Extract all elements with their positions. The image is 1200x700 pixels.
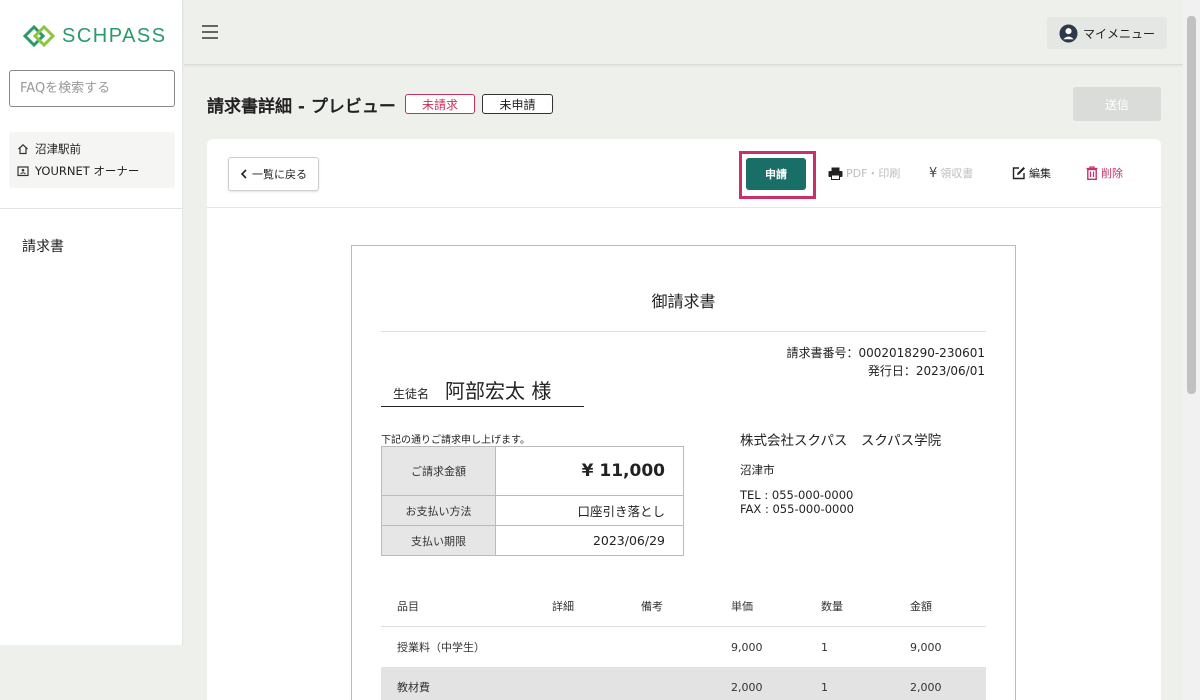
schpass-logo-icon (22, 24, 56, 48)
trash-icon (1086, 166, 1098, 180)
edit-label: 編集 (1029, 167, 1051, 180)
invoice-meta: 請求書番号：0002018290-230601 発行日：2023/06/01 (787, 344, 986, 380)
column-header: 品目 (397, 600, 419, 613)
due-date-value: 2023/06/29 (495, 525, 684, 556)
app-logo[interactable]: SCHPASS (22, 24, 167, 48)
printer-icon (828, 167, 843, 180)
item-name: 授業料（中学生） (397, 641, 485, 654)
issuer-city: 沼津市 (740, 463, 775, 477)
home-icon (18, 143, 28, 155)
chevron-left-icon (240, 169, 247, 179)
invoice-title: 御請求書 (651, 292, 716, 311)
table-row: お支払い方法 口座引き落とし (381, 495, 684, 526)
invoice-title-divider (381, 331, 986, 332)
table-row: 教材費 2,000 1 2,000 (381, 667, 986, 700)
scrollbar-thumb[interactable] (1187, 16, 1196, 394)
column-header: 金額 (910, 600, 932, 613)
item-amount: 2,000 (910, 680, 942, 694)
billing-summary-table: ご請求金額 ¥ 11,000 お支払い方法 口座引き落とし 支払い期限 2023… (381, 446, 684, 556)
issuer-contact: TEL : 055-000-0000 FAX : 055-000-0000 (740, 488, 854, 516)
payment-method-value: 口座引き落とし (495, 495, 684, 526)
my-menu-button[interactable]: マイメニュー (1047, 17, 1167, 49)
page-title: 請求書詳細 - プレビュー (207, 97, 396, 117)
account-name: YOURNET オーナー (35, 164, 140, 178)
back-label: 一覧に戻る (252, 168, 307, 181)
items-table-header: 品目 詳細 備考 単価 数量 金額 (381, 586, 986, 627)
back-to-list-button[interactable]: 一覧に戻る (228, 157, 319, 191)
student-label: 生徒名 (393, 387, 430, 401)
table-row: 支払い期限 2023/06/29 (381, 525, 684, 556)
amount-label: ご請求金額 (381, 446, 496, 496)
receipt-label: 領収書 (940, 167, 974, 180)
account-row: YOURNET オーナー (17, 160, 167, 182)
edit-button[interactable]: 編集 (1012, 165, 1051, 181)
table-row: 授業料（中学生） 9,000 1 9,000 (381, 627, 986, 667)
item-amount: 9,000 (910, 640, 942, 654)
school-row: 沼津駅前 (17, 138, 167, 160)
apply-button[interactable]: 申請 (746, 158, 806, 190)
column-header: 詳細 (552, 600, 574, 613)
toolbar-divider (207, 207, 1161, 208)
table-row: ご請求金額 ¥ 11,000 (381, 446, 684, 496)
sidebar-divider (0, 208, 183, 209)
column-header: 備考 (641, 600, 663, 613)
id-card-icon (17, 166, 29, 177)
status-badge-unapplied: 未申請 (482, 94, 553, 114)
issuer-company: 株式会社スクパス スクパス学院 (740, 433, 942, 449)
send-button[interactable]: 送信 (1073, 87, 1161, 121)
amount-value: ¥ 11,000 (495, 446, 684, 496)
app-name: SCHPASS (62, 24, 167, 47)
item-unit-price: 2,000 (731, 680, 763, 694)
sidebar-item-invoices[interactable]: 請求書 (22, 236, 64, 256)
delete-button[interactable]: 削除 (1086, 165, 1123, 181)
item-unit-price: 9,000 (731, 640, 763, 654)
delete-label: 削除 (1101, 167, 1123, 180)
invoice-preview: 御請求書 請求書番号：0002018290-230601 発行日：2023/06… (351, 245, 1016, 700)
hamburger-menu-icon[interactable] (202, 25, 218, 39)
student-name: 阿部宏太 様 (445, 379, 552, 403)
receipt-button[interactable]: ¥ 領収書 (929, 165, 973, 181)
faq-search-input[interactable] (9, 70, 175, 107)
item-qty: 1 (821, 640, 828, 654)
status-badge-unbilled: 未請求 (405, 94, 475, 114)
page-scrollbar[interactable] (1183, 0, 1200, 700)
invoice-intro: 下記の通りご請求申し上げます。 (381, 435, 530, 446)
edit-icon (1012, 167, 1025, 180)
sidebar: SCHPASS 沼津駅前 YOURNET オーナー 請求書 (0, 0, 183, 645)
issue-date: 発行日：2023/06/01 (867, 364, 985, 378)
my-menu-label: マイメニュー (1082, 26, 1155, 41)
column-header: 単価 (731, 600, 753, 613)
issuer-tel: TEL : 055-000-0000 (740, 488, 854, 502)
user-circle-icon (1059, 23, 1078, 43)
school-name: 沼津駅前 (35, 142, 81, 156)
invoice-card: 一覧に戻る 申請 PDF・印刷 ¥ 領収書 編集 削除 御請求書 請求書番号：0… (207, 139, 1161, 700)
column-header: 数量 (821, 600, 843, 613)
payment-method-label: お支払い方法 (381, 495, 496, 526)
top-bar: マイメニュー (184, 0, 1183, 65)
due-date-label: 支払い期限 (381, 525, 496, 556)
invoice-number: 請求書番号：0002018290-230601 (786, 346, 986, 360)
pdf-print-button[interactable]: PDF・印刷 (828, 165, 900, 181)
school-info: 沼津駅前 YOURNET オーナー (9, 132, 175, 188)
item-name: 教材費 (397, 681, 430, 694)
item-qty: 1 (821, 680, 828, 694)
yen-icon: ¥ (929, 165, 938, 181)
student-line: 生徒名 阿部宏太 様 (381, 375, 584, 407)
pdf-print-label: PDF・印刷 (846, 167, 901, 180)
issuer-fax: FAX : 055-000-0000 (740, 502, 854, 516)
